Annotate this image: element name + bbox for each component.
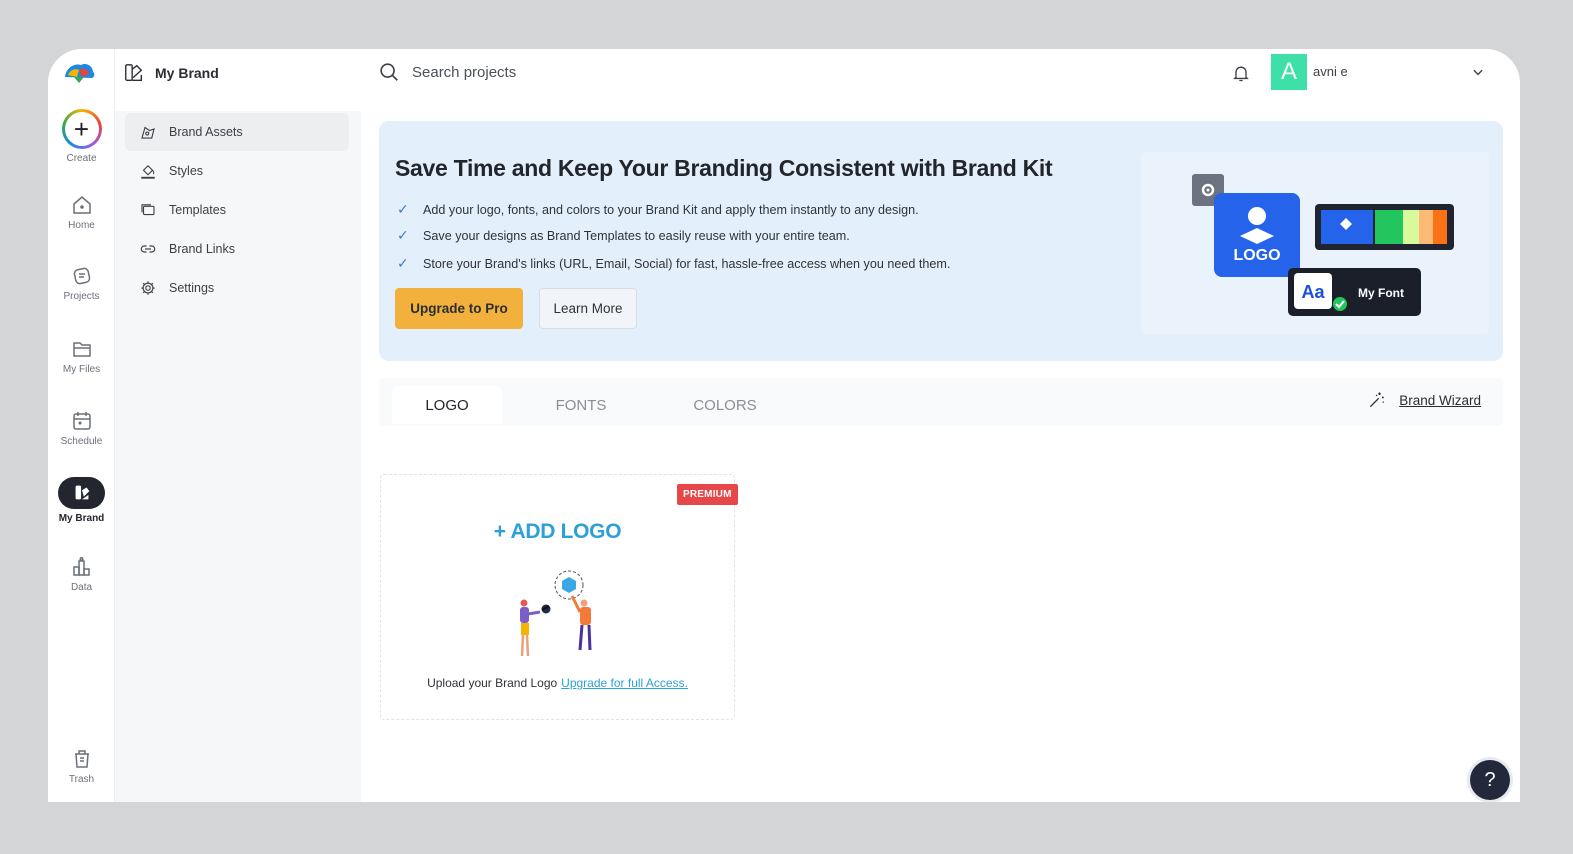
upgrade-to-pro-button[interactable]: Upgrade to Pro (395, 288, 523, 329)
banner-bullet: ✓ Store your Brand's links (URL, Email, … (397, 255, 950, 272)
illus-font-text: My Font (1358, 286, 1404, 300)
premium-badge: PREMIUM (677, 484, 738, 505)
asset-tabs: LOGO FONTS COLORS Brand Wizard (379, 378, 1503, 426)
sidebar-title: My Brand (155, 65, 219, 81)
brand-kit-illustration: LOGO Aa My Font (1141, 152, 1489, 334)
rail-data[interactable]: Data (48, 555, 115, 593)
sidebar-item-settings[interactable]: Settings (125, 269, 349, 307)
search-input[interactable]: Search projects (412, 64, 516, 81)
illus-logo-text: LOGO (1233, 247, 1280, 264)
brand-icon (58, 477, 105, 509)
brand-kit-banner: Save Time and Keep Your Branding Consist… (379, 121, 1503, 361)
magic-wand-icon (1370, 392, 1385, 408)
upload-text: Upload your Brand Logo (427, 676, 558, 690)
rail-schedule-label: Schedule (60, 436, 103, 447)
app-logo-icon[interactable] (62, 59, 96, 87)
rail-files[interactable]: My Files (48, 337, 115, 375)
sidebar-item-label: Settings (169, 281, 215, 295)
brand-assets-icon (141, 126, 155, 139)
brand-wizard-label[interactable]: Brand Wizard (1399, 393, 1481, 408)
username[interactable]: avni e (1313, 64, 1348, 79)
rail-trash[interactable]: Trash (48, 747, 115, 785)
sidebar-item-label: Templates (169, 203, 226, 217)
help-button[interactable]: ? (1470, 760, 1510, 800)
brand-kit-illustration-art: LOGO Aa My Font (1192, 174, 1454, 316)
banner-bullet: ✓ Save your designs as Brand Templates t… (397, 227, 850, 244)
folder-icon (70, 337, 94, 361)
rail-data-label: Data (70, 582, 93, 593)
upload-instructions: Upload your Brand Logo Upgrade for full A… (381, 676, 734, 690)
banner-bullet: ✓ Add your logo, fonts, and colors to yo… (397, 201, 919, 218)
brand-sidebar: My Brand Brand Assets Styles Templates B… (115, 49, 361, 802)
tab-fonts[interactable]: FONTS (527, 386, 635, 424)
search-icon (380, 63, 398, 81)
templates-icon (141, 204, 155, 216)
rail-create-label: Create (66, 153, 97, 164)
rail-trash-label: Trash (68, 774, 95, 785)
trash-icon (70, 747, 94, 771)
check-icon: ✓ (397, 227, 409, 243)
home-icon (70, 193, 94, 217)
rail-schedule[interactable]: Schedule (48, 409, 115, 447)
bullet-text: Store your Brand's links (URL, Email, So… (423, 256, 951, 271)
sidebar-item-label: Styles (169, 164, 204, 178)
chart-icon (70, 555, 94, 579)
chevron-down-icon[interactable] (1471, 65, 1485, 79)
rail-brand-label: My Brand (58, 513, 105, 524)
illus-aa-text: Aa (1301, 282, 1325, 302)
rail-projects-label: Projects (63, 291, 100, 302)
sidebar-item-brand-assets[interactable]: Brand Assets (125, 113, 349, 151)
sidebar-item-label: Brand Assets (169, 125, 243, 139)
calendar-icon (70, 409, 94, 433)
add-logo-button[interactable]: + ADD LOGO (381, 520, 734, 544)
check-icon: ✓ (397, 255, 409, 271)
icon-rail: + Create Home Projects My Files Schedule… (48, 49, 115, 802)
sidebar-item-brand-links[interactable]: Brand Links (125, 230, 349, 268)
brand-outline-icon (125, 64, 143, 82)
tab-logo[interactable]: LOGO (392, 386, 502, 424)
learn-more-button[interactable]: Learn More (539, 288, 637, 329)
sidebar-header: My Brand (123, 61, 219, 85)
add-logo-card[interactable]: PREMIUM + ADD LOGO Upload your Brand Log… (380, 474, 738, 720)
upgrade-access-link[interactable]: Upgrade for full Access. (561, 676, 688, 690)
upload-people-illustration (520, 570, 592, 657)
bullet-text: Save your designs as Brand Templates to … (423, 228, 850, 243)
brand-wizard-link[interactable]: Brand Wizard (1367, 390, 1481, 410)
projects-icon (70, 264, 94, 288)
link-icon (140, 245, 156, 253)
rail-files-label: My Files (62, 364, 101, 375)
rail-create[interactable]: + Create (48, 109, 115, 164)
banner-title: Save Time and Keep Your Branding Consist… (395, 155, 1053, 181)
app-window: + Create Home Projects My Files Schedule… (48, 49, 1520, 802)
bullet-text: Add your logo, fonts, and colors to your… (423, 202, 919, 217)
rail-my-brand[interactable]: My Brand (48, 477, 115, 524)
search-bar[interactable]: Search projects (378, 61, 516, 83)
bell-icon[interactable] (1231, 63, 1251, 83)
sidebar-item-label: Brand Links (169, 242, 236, 256)
sidebar-item-templates[interactable]: Templates (125, 191, 349, 229)
rail-home-label: Home (68, 220, 95, 231)
create-plus-icon[interactable]: + (61, 109, 102, 149)
avatar[interactable]: A (1271, 54, 1307, 90)
check-icon: ✓ (397, 201, 409, 217)
gear-icon (141, 281, 155, 295)
paint-bucket-icon (141, 164, 155, 179)
sidebar-item-styles[interactable]: Styles (125, 152, 349, 190)
rail-projects[interactable]: Projects (48, 264, 115, 302)
rail-home[interactable]: Home (48, 193, 115, 231)
tab-colors[interactable]: COLORS (667, 386, 783, 424)
